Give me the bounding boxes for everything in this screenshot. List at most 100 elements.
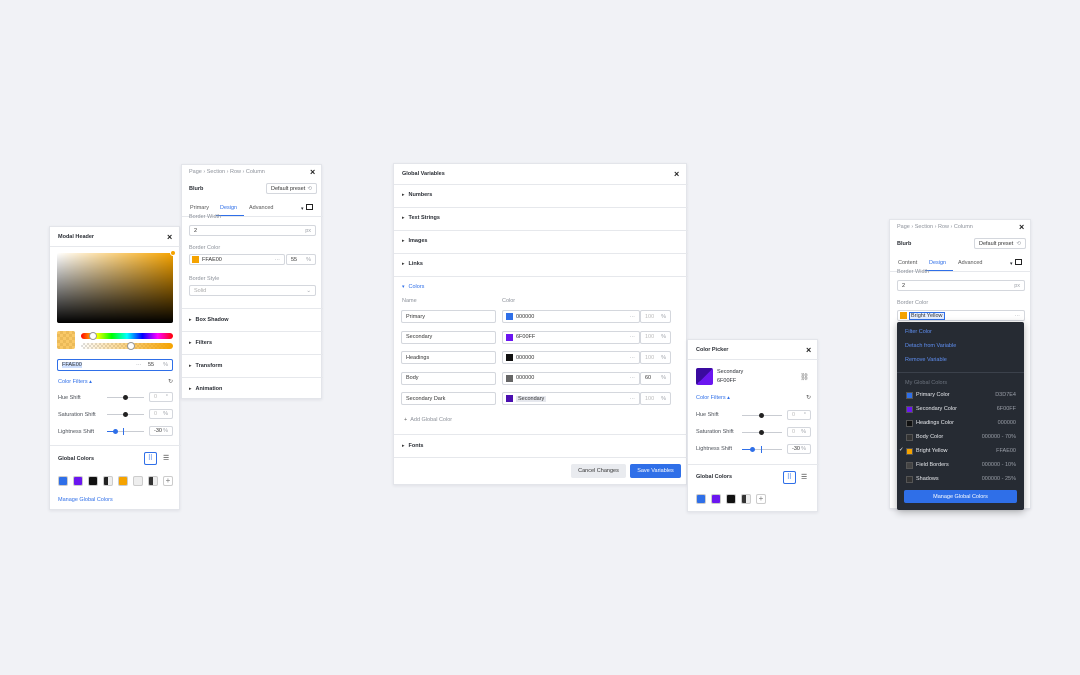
view-mode-icon[interactable]: ▾ <box>1010 259 1022 267</box>
global-color-option[interactable]: Field Borders 000000 - 10% <box>897 460 1024 472</box>
section-animation[interactable]: Animation <box>189 386 223 392</box>
color-opacity-input[interactable]: 60% <box>640 371 671 385</box>
lightness-slider[interactable] <box>742 446 782 453</box>
global-color-swatch[interactable] <box>148 476 158 486</box>
color-value-input[interactable]: Secondary ··· <box>502 392 640 405</box>
tab-advanced[interactable]: Advanced <box>249 205 273 211</box>
tab-design[interactable]: Design <box>220 205 237 211</box>
color-opacity-input[interactable]: 100% <box>640 392 671 405</box>
link-icon[interactable]: ⛓ <box>800 373 809 381</box>
color-name-input[interactable]: Body <box>401 371 496 385</box>
tab-design[interactable]: Design <box>929 260 946 266</box>
alpha-slider[interactable] <box>81 342 173 350</box>
border-width-input[interactable]: 2 px <box>189 225 316 236</box>
border-color-input[interactable]: Bright Yellow ··· <box>897 310 1025 321</box>
close-icon[interactable]: × <box>674 170 679 179</box>
color-opacity-input[interactable]: 100% <box>640 330 671 344</box>
border-color-input[interactable]: FFAE00 ··· <box>189 254 285 265</box>
gradient-handle[interactable] <box>170 250 176 256</box>
section-text-strings[interactable]: Text Strings <box>402 215 440 221</box>
global-color-option[interactable]: Primary Color D3D7E4 <box>897 390 1024 402</box>
global-color-option[interactable]: Shadows 000000 - 25% <box>897 474 1024 486</box>
add-color-icon[interactable]: + <box>756 494 766 504</box>
color-name-input[interactable]: Primary <box>401 310 496 323</box>
global-color-swatch[interactable] <box>133 476 143 486</box>
global-color-option[interactable]: Headings Color 000000 <box>897 418 1024 430</box>
close-icon[interactable]: × <box>806 346 811 355</box>
grid-view-icon[interactable]: ⠿ <box>144 452 157 465</box>
grid-view-icon[interactable]: ⠿ <box>783 471 796 484</box>
close-icon[interactable]: × <box>167 233 172 242</box>
global-color-swatch[interactable] <box>103 476 113 486</box>
section-filters[interactable]: Filters <box>189 340 213 346</box>
color-gradient-area[interactable] <box>57 250 176 323</box>
list-view-icon[interactable]: ☰ <box>801 473 807 481</box>
global-color-swatch[interactable] <box>696 494 706 504</box>
global-color-option[interactable]: Body Color 000000 - 70% <box>897 432 1024 444</box>
global-color-swatch[interactable] <box>73 476 83 486</box>
color-value-input[interactable]: 000000 ··· <box>502 371 640 385</box>
preset-select[interactable]: Default preset ⟲ <box>266 183 317 194</box>
color-filters-toggle[interactable]: Color Filters ▴ <box>696 395 730 401</box>
global-color-swatch[interactable] <box>118 476 128 486</box>
global-color-option[interactable]: Secondary Color 6F00FF <box>897 404 1024 416</box>
color-value-input[interactable]: 000000 ··· <box>502 351 640 364</box>
border-opacity-input[interactable]: 55% <box>286 254 316 265</box>
section-fonts[interactable]: Fonts <box>402 443 424 449</box>
saturation-input[interactable]: 0% <box>149 409 173 419</box>
color-value-input[interactable]: 000000 ··· <box>502 310 640 323</box>
color-opacity-input[interactable]: 100% <box>640 351 671 364</box>
saturation-slider[interactable] <box>742 430 782 435</box>
tab-advanced[interactable]: Advanced <box>958 260 982 266</box>
color-name-input[interactable]: Secondary <box>401 330 496 344</box>
menu-filter-color[interactable]: Filter Color <box>905 329 932 335</box>
color-value-input[interactable]: 6F00FF ··· <box>502 330 640 344</box>
global-color-swatch[interactable] <box>726 494 736 504</box>
section-links[interactable]: Links <box>402 261 423 267</box>
view-mode-icon[interactable]: ▾ <box>301 204 313 212</box>
lightness-input[interactable]: -30% <box>787 444 811 454</box>
manage-global-colors-button[interactable]: Manage Global Colors <box>904 490 1017 503</box>
section-box-shadow[interactable]: Box Shadow <box>189 317 229 323</box>
section-transform[interactable]: Transform <box>189 363 223 369</box>
section-numbers[interactable]: Numbers <box>402 192 433 198</box>
hue-slider[interactable] <box>81 332 173 340</box>
global-color-swatch[interactable] <box>88 476 98 486</box>
menu-remove-variable[interactable]: Remove Variable <box>905 357 947 363</box>
section-images[interactable]: Images <box>402 238 428 244</box>
color-opacity-input[interactable]: 100% <box>640 310 671 323</box>
close-icon[interactable]: × <box>310 168 315 177</box>
color-filters-toggle[interactable]: Color Filters ▴ <box>58 379 92 385</box>
saturation-input[interactable]: 0% <box>787 427 811 437</box>
reset-icon[interactable]: ↻ <box>806 394 811 401</box>
global-color-swatch[interactable] <box>741 494 751 504</box>
color-name-input[interactable]: Secondary Dark <box>401 392 496 405</box>
preset-select[interactable]: Default preset ⟲ <box>974 238 1026 249</box>
list-view-icon[interactable]: ☰ <box>163 454 169 462</box>
cancel-changes-button[interactable]: Cancel Changes <box>571 464 626 478</box>
saturation-slider[interactable] <box>107 412 144 417</box>
lightness-slider[interactable] <box>107 428 144 435</box>
tab-primary[interactable]: Primary <box>190 205 209 211</box>
hue-input[interactable]: 0 ° <box>787 410 811 420</box>
hue-shift-slider[interactable] <box>107 395 144 400</box>
reset-icon[interactable]: ↻ <box>168 378 173 385</box>
hue-shift-slider[interactable] <box>742 413 782 418</box>
manage-global-colors-link[interactable]: Manage Global Colors <box>58 497 113 503</box>
section-colors[interactable]: Colors <box>402 284 425 290</box>
hue-input[interactable]: 0 ° <box>149 392 173 402</box>
close-icon[interactable]: × <box>1019 223 1024 232</box>
tab-content[interactable]: Content <box>898 260 917 266</box>
border-style-select[interactable]: Solid ⌄ <box>189 285 316 296</box>
menu-detach-variable[interactable]: Detach from Variable <box>905 343 956 349</box>
global-color-option[interactable]: ✓ Bright Yellow FFAE00 <box>897 446 1024 458</box>
lightness-input[interactable]: -30% <box>149 426 173 436</box>
color-name-input[interactable]: Headings <box>401 351 496 364</box>
add-color-icon[interactable]: + <box>163 476 173 486</box>
add-global-color-button[interactable]: + Add Global Color <box>404 417 452 423</box>
hex-input[interactable]: FFAE00 ··· 55 % <box>57 359 173 371</box>
border-width-input[interactable]: 2 px <box>897 280 1025 291</box>
save-variables-button[interactable]: Save Variables <box>630 464 681 478</box>
global-color-swatch[interactable] <box>711 494 721 504</box>
global-color-swatch[interactable] <box>58 476 68 486</box>
